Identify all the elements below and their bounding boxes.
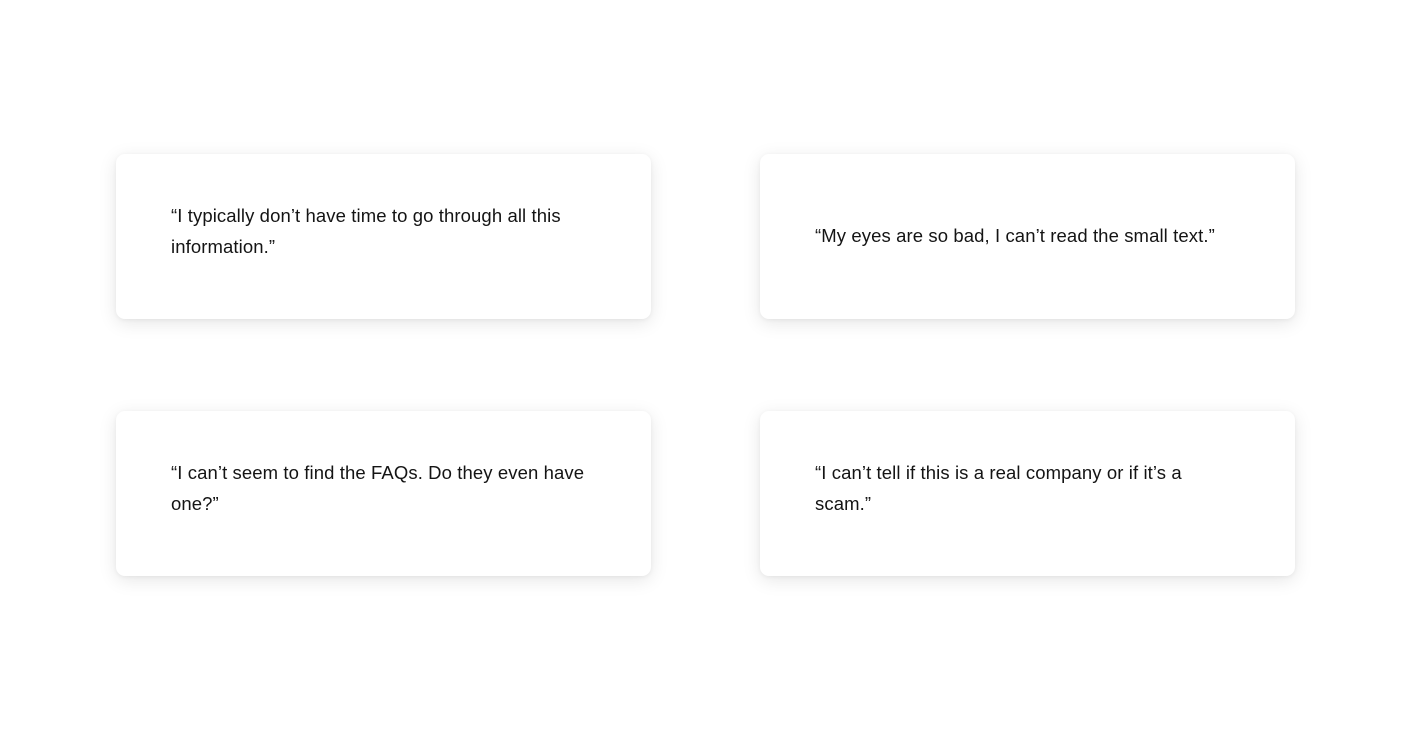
quote-card: “I can’t seem to find the FAQs. Do they … <box>116 411 651 576</box>
quote-text: “I can’t tell if this is a real company … <box>815 461 1182 514</box>
quote-card: “My eyes are so bad, I can’t read the sm… <box>760 154 1295 319</box>
quote-text: “I can’t seem to find the FAQs. Do they … <box>171 461 585 514</box>
quote-text: “I typically don’t have time to go throu… <box>171 204 561 257</box>
quote-card: “I can’t tell if this is a real company … <box>760 411 1295 576</box>
quote-card: “I typically don’t have time to go throu… <box>116 154 651 319</box>
quote-text: “My eyes are so bad, I can’t read the sm… <box>815 225 1215 246</box>
